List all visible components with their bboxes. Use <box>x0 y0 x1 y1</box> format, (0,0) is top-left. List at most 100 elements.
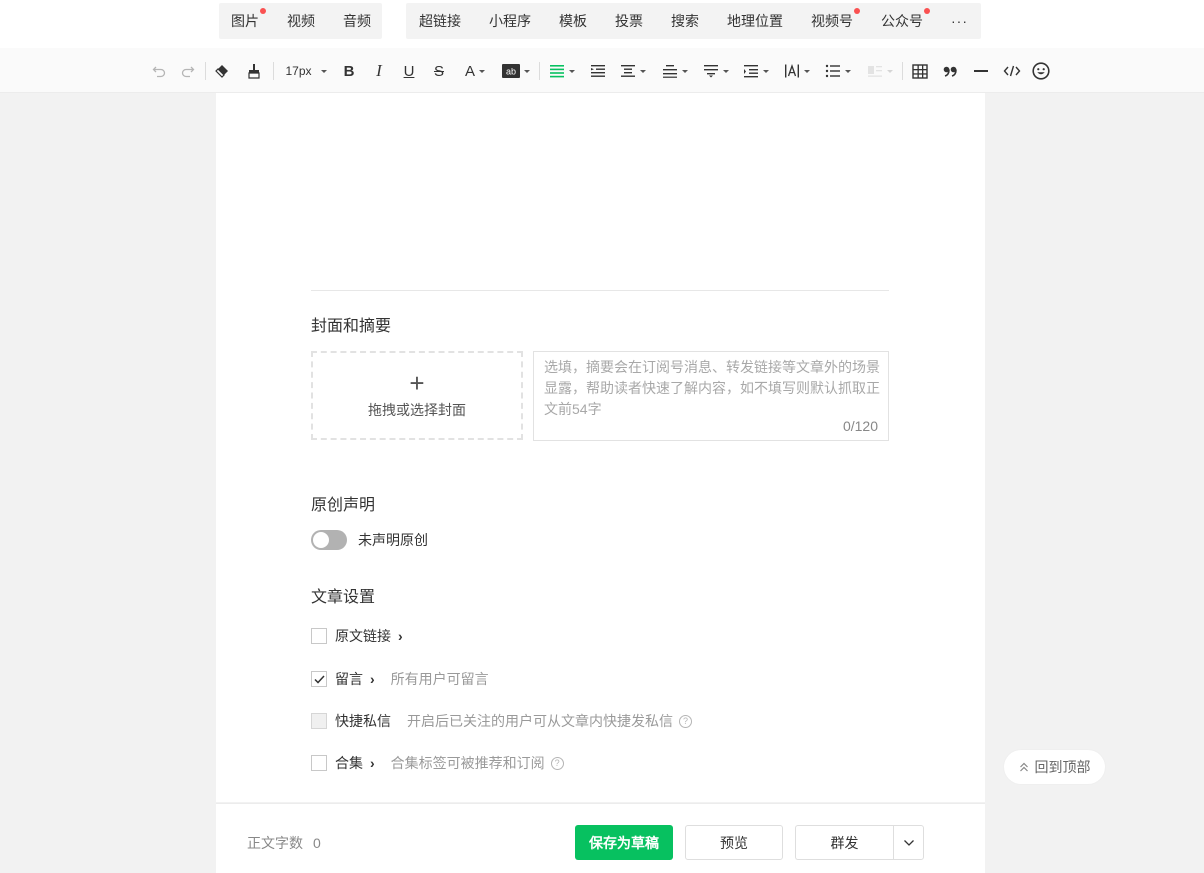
line-height-icon <box>744 65 758 78</box>
insert-table-button[interactable] <box>911 61 929 81</box>
help-icon[interactable]: ? <box>679 714 692 728</box>
cover-upload-area[interactable]: + 拖拽或选择封面 <box>311 351 523 440</box>
chevron-down-icon <box>524 69 530 73</box>
undo-icon[interactable] <box>150 61 168 81</box>
toolbar-divider <box>205 62 206 80</box>
emoji-icon <box>1032 62 1050 80</box>
letter-spacing-button[interactable] <box>783 61 811 81</box>
indent-first-line-button[interactable] <box>589 61 607 81</box>
insert-image-button[interactable]: 图片 <box>231 8 266 31</box>
redo-icon[interactable] <box>179 61 197 81</box>
insert-official-account-button[interactable]: 公众号 <box>881 8 930 31</box>
save-draft-button[interactable]: 保存为草稿 <box>575 825 673 860</box>
quote-button[interactable] <box>941 61 959 81</box>
back-to-top-label: 回到顶部 <box>1034 759 1091 775</box>
publish-dropdown-button[interactable] <box>893 825 924 860</box>
insert-official-account-label: 公众号 <box>881 13 923 29</box>
original-toggle-label: 未声明原创 <box>358 532 428 548</box>
word-count-label: 正文字数 <box>247 835 303 851</box>
collection-label[interactable]: 合集 <box>335 753 363 773</box>
horizontal-rule-icon <box>974 70 988 72</box>
bold-button[interactable]: B <box>340 61 358 81</box>
font-size-select[interactable]: 17px <box>282 61 330 81</box>
insert-miniprogram-label: 小程序 <box>489 13 531 29</box>
source-link-checkbox[interactable] <box>311 628 327 644</box>
clear-format-icon[interactable] <box>214 61 232 81</box>
insert-location-button[interactable]: 地理位置 <box>727 11 783 31</box>
bottom-action-bar: 正文字数 0 保存为草稿 预览 群发 <box>216 803 985 873</box>
underline-icon: U <box>403 62 415 80</box>
chevron-down-icon <box>845 69 851 73</box>
original-toggle-row: 未声明原创 <box>311 530 428 550</box>
insert-video-button[interactable]: 视频 <box>287 11 315 31</box>
content-divider <box>311 290 889 291</box>
chevron-right-icon[interactable]: › <box>370 755 375 771</box>
line-height-button[interactable] <box>742 61 770 81</box>
help-icon[interactable]: ? <box>550 756 564 770</box>
emoji-button[interactable] <box>1031 61 1051 81</box>
insert-search-label: 搜索 <box>671 13 699 29</box>
cover-upload-label: 拖拽或选择封面 <box>368 401 466 418</box>
chevron-right-icon[interactable]: › <box>398 628 403 644</box>
quote-icon <box>943 66 957 77</box>
list-button[interactable] <box>824 61 852 81</box>
spacing-after-button[interactable] <box>702 61 730 81</box>
collection-checkbox[interactable] <box>311 755 327 771</box>
float-button[interactable] <box>866 61 894 81</box>
insert-hyperlink-label: 超链接 <box>419 13 461 29</box>
insert-template-button[interactable]: 模板 <box>559 11 587 31</box>
original-toggle[interactable] <box>311 530 347 550</box>
background-color-button[interactable]: ab <box>501 61 531 81</box>
chevron-down-icon <box>569 69 575 73</box>
insert-audio-button[interactable]: 音频 <box>343 11 371 31</box>
chevron-down-icon <box>804 69 810 73</box>
align-button[interactable] <box>548 61 576 81</box>
chevron-down-icon <box>640 69 646 73</box>
summary-placeholder: 选填，摘要会在订阅号消息、转发链接等文章外的场景显露，帮助读者快速了解内容，如不… <box>544 359 880 417</box>
font-color-button[interactable]: A <box>461 61 489 81</box>
checkmark-icon <box>313 674 325 684</box>
quick-message-label[interactable]: 快捷私信 <box>335 711 391 731</box>
insert-search-button[interactable]: 搜索 <box>671 11 699 31</box>
toolbar-divider <box>902 62 903 80</box>
new-dot-badge <box>854 8 860 14</box>
quick-message-checkbox[interactable] <box>311 713 327 729</box>
insert-image-label: 图片 <box>231 13 259 29</box>
divider-line-button[interactable] <box>972 61 990 81</box>
chevron-down-icon <box>479 69 485 73</box>
strikethrough-button[interactable]: S <box>430 61 448 81</box>
insert-miniprogram-button[interactable]: 小程序 <box>489 11 531 31</box>
chevron-right-icon[interactable]: › <box>370 671 375 687</box>
content-insert-group: 超链接 小程序 模板 投票 搜索 地理位置 视频号 公众号 ··· <box>406 3 981 39</box>
source-link-label[interactable]: 原文链接 <box>335 626 391 646</box>
comments-checkbox[interactable] <box>311 671 327 687</box>
chevron-down-icon <box>903 839 914 846</box>
comments-label[interactable]: 留言 <box>335 669 363 689</box>
chevron-down-icon <box>887 69 893 73</box>
insert-audio-label: 音频 <box>343 13 371 29</box>
insert-bar: 图片 视频 音频 超链接 小程序 模板 投票 搜索 地理位置 视频号 公众号 ·… <box>0 0 1204 48</box>
insert-channels-button[interactable]: 视频号 <box>811 8 860 31</box>
spacing-before-button[interactable] <box>661 61 689 81</box>
word-count-value: 0 <box>313 835 321 851</box>
editor-canvas: 封面和摘要 + 拖拽或选择封面 选填，摘要会在订阅号消息、转发链接等文章外的场景… <box>216 93 985 802</box>
margin-button[interactable] <box>619 61 647 81</box>
italic-button[interactable]: I <box>370 61 388 81</box>
letter-spacing-icon <box>785 64 799 78</box>
preview-button[interactable]: 预览 <box>685 825 783 860</box>
toolbar-divider <box>539 62 540 80</box>
insert-hyperlink-button[interactable]: 超链接 <box>419 11 461 31</box>
bold-icon: B <box>343 62 355 80</box>
underline-button[interactable]: U <box>400 61 418 81</box>
strikethrough-icon: S <box>433 62 444 80</box>
insert-vote-button[interactable]: 投票 <box>615 11 643 31</box>
format-painter-icon[interactable] <box>245 61 263 81</box>
toggle-knob <box>313 532 329 548</box>
insert-location-label: 地理位置 <box>727 13 783 29</box>
more-options-icon[interactable]: ··· <box>951 13 968 29</box>
code-button[interactable] <box>1002 61 1022 81</box>
back-to-top-button[interactable]: 回到顶部 <box>1004 750 1105 784</box>
new-dot-badge <box>260 8 266 14</box>
publish-button[interactable]: 群发 <box>795 825 893 860</box>
summary-textarea[interactable]: 选填，摘要会在订阅号消息、转发链接等文章外的场景显露，帮助读者快速了解内容，如不… <box>533 351 889 441</box>
